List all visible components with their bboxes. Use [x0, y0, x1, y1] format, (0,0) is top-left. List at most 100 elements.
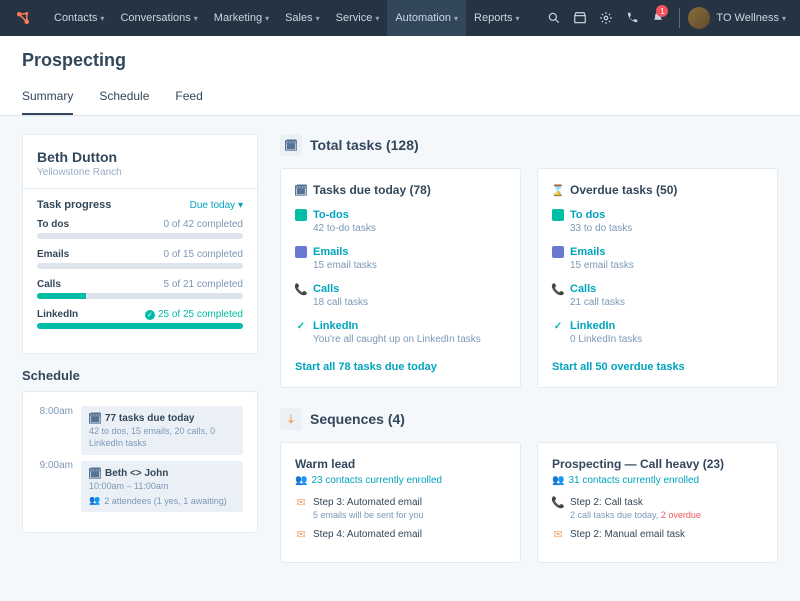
task-category-link[interactable]: ✓LinkedIn	[295, 320, 506, 332]
check-icon: ✓	[295, 320, 307, 332]
workspace-switcher[interactable]: TO Wellness ▾	[688, 7, 786, 29]
todo-icon	[552, 209, 564, 221]
task-category-link[interactable]: To dos	[552, 209, 763, 221]
step-name: ✉Step 3: Automated email	[295, 496, 506, 508]
schedule-section: Schedule 8:00am9:00am 🗓77 tasks due toda…	[22, 368, 258, 533]
progress-bar	[37, 293, 243, 299]
page-title: Prospecting	[22, 50, 778, 71]
check-icon: ✓	[552, 320, 564, 332]
step-name: ✉Step 2: Manual email task	[552, 528, 763, 540]
notif-badge: 1	[656, 5, 668, 17]
sequences-section-title: ⇣ Sequences (4)	[280, 408, 778, 430]
progress-value: ✓ 25 of 25 completed	[145, 309, 243, 320]
schedule-event[interactable]: 🗓77 tasks due today42 to dos, 15 emails,…	[81, 406, 243, 455]
task-progress-filter[interactable]: Due today ▾	[190, 200, 243, 211]
contact-card: Beth Dutton Yellowstone Ranch Task progr…	[22, 134, 258, 354]
nav-item-reports[interactable]: Reports▾	[466, 0, 528, 36]
workspace-name: TO Wellness	[716, 12, 779, 24]
start-tasks-link[interactable]: Start all 78 tasks due today	[295, 361, 437, 373]
nav-item-contacts[interactable]: Contacts▾	[46, 0, 112, 36]
step-name: ✉Step 4: Automated email	[295, 528, 506, 540]
sequence-title: Warm lead	[295, 457, 506, 471]
settings-icon[interactable]	[593, 0, 619, 36]
task-category-sub: 0 LinkedIn tasks	[570, 334, 763, 345]
top-nav: Contacts▾Conversations▾Marketing▾Sales▾S…	[0, 0, 800, 36]
people-icon: 👥	[295, 475, 307, 486]
event-title: Beth <> John	[105, 468, 168, 479]
start-tasks-link[interactable]: Start all 50 overdue tasks	[552, 361, 685, 373]
contact-name: Beth Dutton	[37, 149, 243, 165]
schedule-time: 9:00am	[37, 460, 73, 514]
nav-item-service[interactable]: Service▾	[328, 0, 388, 36]
step-sub: 5 emails will be sent for you	[313, 510, 506, 520]
chevron-down-icon: ▾	[375, 14, 379, 23]
nav-item-conversations[interactable]: Conversations▾	[112, 0, 205, 36]
email-icon	[552, 246, 564, 258]
search-icon[interactable]	[541, 0, 567, 36]
sequence-enrolled[interactable]: 👥31 contacts currently enrolled	[552, 475, 763, 486]
chevron-down-icon: ▾	[516, 14, 520, 23]
contact-company: Yellowstone Ranch	[37, 167, 243, 178]
progress-value: 0 of 15 completed	[164, 249, 244, 260]
task-category-sub: 15 email tasks	[570, 260, 763, 271]
mail-step-icon: ✉	[295, 528, 307, 540]
phone-icon: 📞	[552, 283, 564, 295]
sequences-icon: ⇣	[280, 408, 302, 430]
tasks-icon: 🗓	[280, 134, 302, 156]
task-category-sub: 42 to-do tasks	[313, 223, 506, 234]
tab-summary[interactable]: Summary	[22, 81, 73, 115]
task-column: 🗓Tasks due today (78)To-dos42 to-do task…	[280, 168, 521, 388]
chevron-down-icon: ▾	[454, 14, 458, 23]
sequence-card: Prospecting — Call heavy (23)👥31 contact…	[537, 442, 778, 563]
progress-row: Emails 0 of 15 completed	[37, 249, 243, 269]
nav-item-sales[interactable]: Sales▾	[277, 0, 328, 36]
task-category-link[interactable]: Emails	[552, 246, 763, 258]
event-sub: 42 to dos, 15 emails, 20 calls, 0 Linked…	[89, 426, 235, 449]
schedule-event[interactable]: 🗓 Beth <> John 10:00am – 11:00am 👥2 attende…	[81, 461, 243, 512]
task-column-title: ⌛Overdue tasks (50)	[552, 183, 763, 197]
task-category-sub: 15 email tasks	[313, 260, 506, 271]
task-category: 📞Calls 18 call tasks	[295, 283, 506, 308]
sequence-step: ✉Step 2: Manual email task	[552, 528, 763, 540]
chevron-down-icon: ▾	[265, 14, 269, 23]
task-category-link[interactable]: To-dos	[295, 209, 506, 221]
task-category: To dos 33 to do tasks	[552, 209, 763, 234]
task-progress-label: Task progress	[37, 199, 111, 211]
task-category-link[interactable]: ✓LinkedIn	[552, 320, 763, 332]
notifications-icon[interactable]: 1	[645, 0, 671, 36]
schedule-title: Schedule	[22, 368, 258, 383]
sequence-step: ✉Step 4: Automated email	[295, 528, 506, 540]
marketplace-icon[interactable]	[567, 0, 593, 36]
avatar	[688, 7, 710, 29]
progress-name: LinkedIn	[37, 309, 78, 320]
page-header: Prospecting Summary Schedule Feed	[0, 36, 800, 116]
nav-item-automation[interactable]: Automation▾	[387, 0, 466, 36]
progress-name: Emails	[37, 249, 69, 260]
sequence-enrolled[interactable]: 👥23 contacts currently enrolled	[295, 475, 506, 486]
task-category-sub: 21 call tasks	[570, 297, 763, 308]
task-category: Emails 15 email tasks	[552, 246, 763, 271]
event-meta: 👥2 attendees (1 yes, 1 awaiting)	[89, 495, 235, 506]
event-sub: 10:00am – 11:00am	[89, 481, 235, 493]
task-category-sub: 33 to do tasks	[570, 223, 763, 234]
task-category: Emails 15 email tasks	[295, 246, 506, 271]
tabs: Summary Schedule Feed	[22, 81, 778, 115]
progress-row: LinkedIn ✓ 25 of 25 completed	[37, 309, 243, 329]
event-title: 77 tasks due today	[105, 413, 194, 424]
progress-bar	[37, 263, 243, 269]
calendar-icon: 🗓	[89, 467, 101, 479]
phone-icon: 📞	[295, 283, 307, 295]
nav-item-marketing[interactable]: Marketing▾	[206, 0, 277, 36]
tab-schedule[interactable]: Schedule	[99, 81, 149, 115]
tab-feed[interactable]: Feed	[175, 81, 202, 115]
progress-bar	[37, 323, 243, 329]
sequence-step: ✉Step 3: Automated email 5 emails will be…	[295, 496, 506, 520]
mail-step-icon: ✉	[295, 496, 307, 508]
sequence-step: 📞Step 2: Call task2 call tasks due today…	[552, 496, 763, 520]
calling-icon[interactable]	[619, 0, 645, 36]
task-category-link[interactable]: 📞Calls	[295, 283, 506, 295]
task-category-sub: 18 call tasks	[313, 297, 506, 308]
task-category-link[interactable]: Emails	[295, 246, 506, 258]
task-category-link[interactable]: 📞Calls	[552, 283, 763, 295]
progress-name: Calls	[37, 279, 61, 290]
